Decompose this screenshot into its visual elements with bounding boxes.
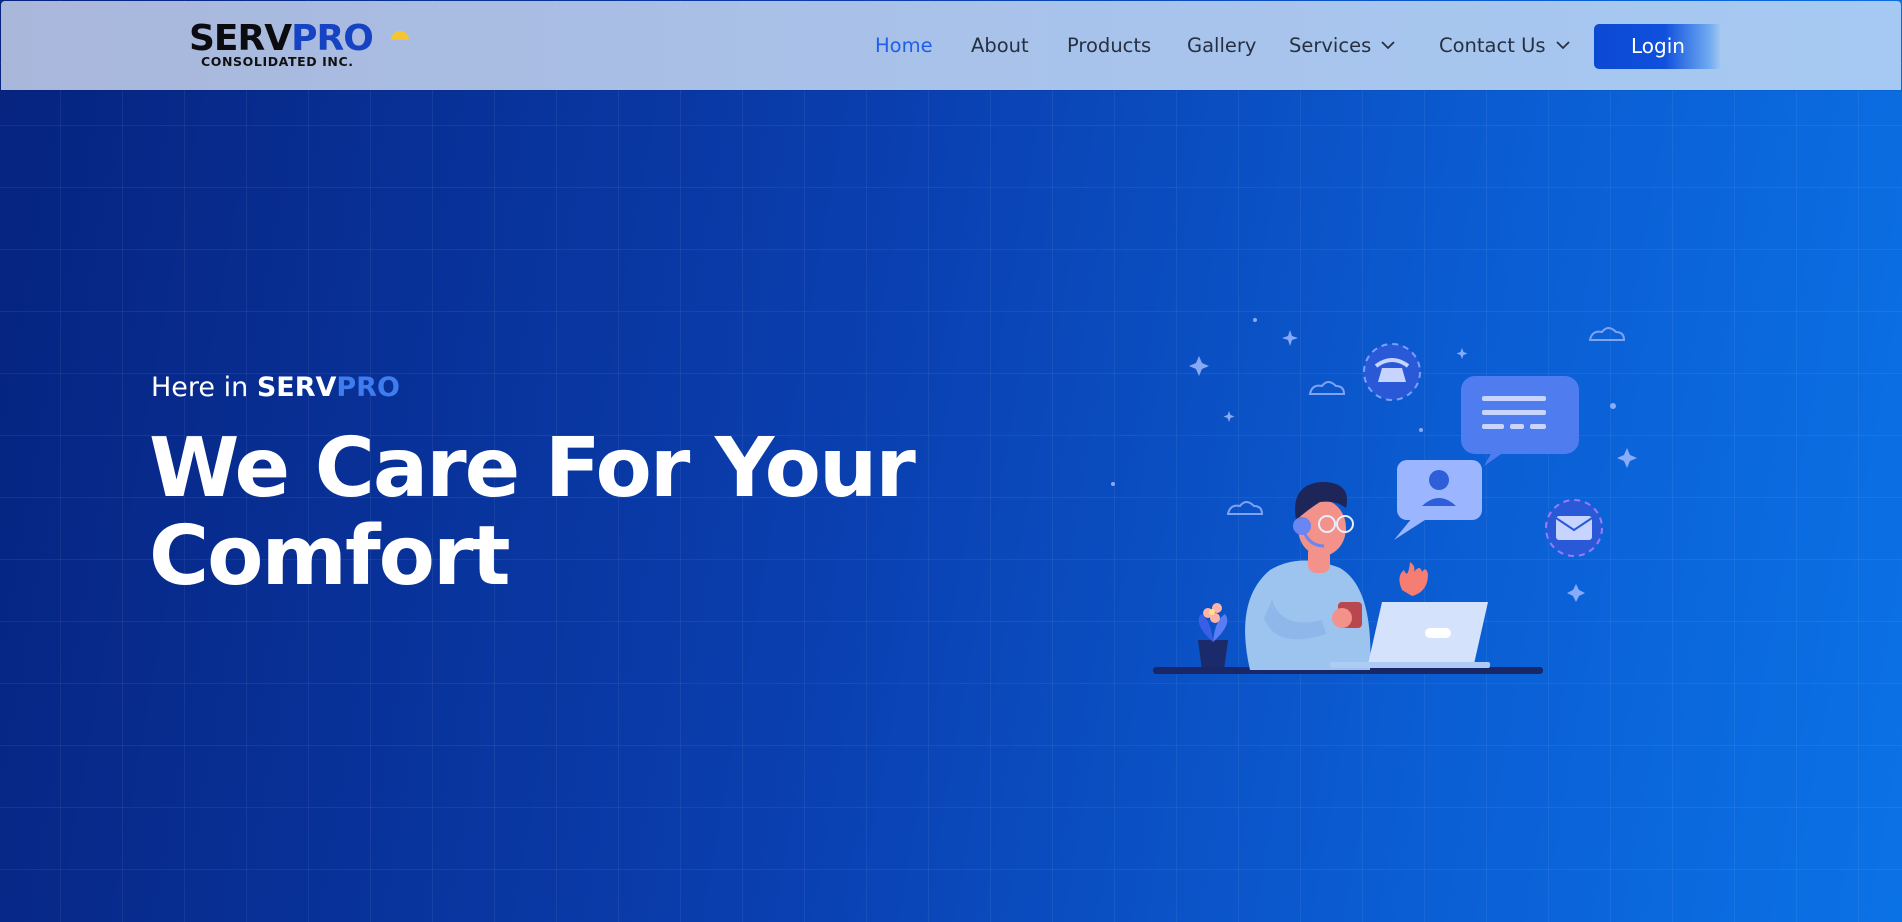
nav-services[interactable]: Services <box>1289 34 1395 57</box>
hero-eyebrow: Here in SERVPRO <box>151 372 400 403</box>
nav-home[interactable]: Home <box>875 34 933 57</box>
support-agent-illustration <box>1111 318 1637 674</box>
nav-gallery[interactable]: Gallery <box>1187 34 1256 57</box>
chevron-down-icon <box>1555 41 1570 50</box>
eyebrow-prefix: Here in <box>151 372 257 403</box>
headline-line-2: Comfort <box>149 509 511 604</box>
chevron-down-icon <box>1381 41 1395 50</box>
eyebrow-brand-white: SERV <box>256 372 337 403</box>
nav-about[interactable]: About <box>971 34 1029 57</box>
plant-icon <box>1198 603 1228 670</box>
nav-products[interactable]: Products <box>1067 34 1151 57</box>
email-bubble-icon <box>1545 499 1603 557</box>
main-nav: Home About Products Gallery Services Con… <box>1 1 1901 90</box>
login-button[interactable]: Login <box>1594 24 1722 69</box>
phone-bubble-icon <box>1363 343 1421 401</box>
hero-headline: We Care For Your Comfort <box>149 425 949 601</box>
headline-line-1: We Care For Your <box>149 421 916 516</box>
nav-contact-label: Contact Us <box>1439 34 1546 57</box>
user-bubble-icon <box>1394 460 1482 540</box>
site-header: SERVPRO CONSOLIDATED INC. Home About Pro… <box>1 1 1901 90</box>
nav-services-label: Services <box>1289 34 1372 57</box>
chat-message-icon <box>1461 376 1579 466</box>
eyebrow-brand-blue: PRO <box>336 372 400 403</box>
nav-contact-us[interactable]: Contact Us <box>1439 34 1570 57</box>
